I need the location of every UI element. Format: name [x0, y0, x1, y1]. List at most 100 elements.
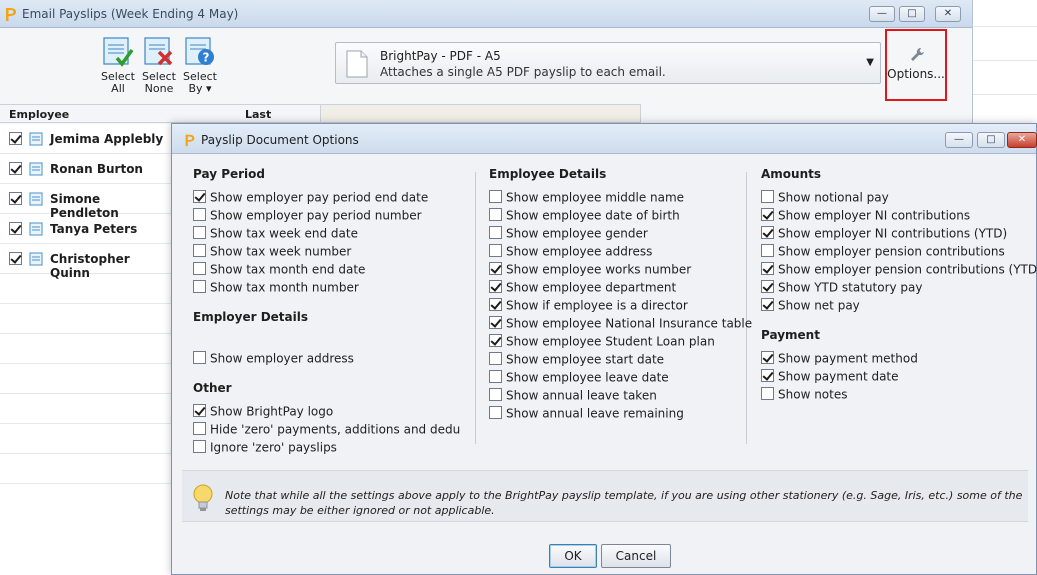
checkbox[interactable]: [489, 388, 502, 401]
option-show-annual-leave-taken[interactable]: Show annual leave taken: [489, 388, 657, 404]
checkbox[interactable]: [761, 244, 774, 257]
checkbox[interactable]: [761, 298, 774, 311]
option-show-employer-ni-contributions-ytd[interactable]: Show employer NI contributions (YTD): [761, 226, 1007, 242]
checkbox[interactable]: [193, 262, 206, 275]
checkbox[interactable]: [193, 351, 206, 364]
employee-checkbox[interactable]: [9, 192, 22, 205]
option-show-annual-leave-remaining[interactable]: Show annual leave remaining: [489, 406, 684, 422]
checkbox[interactable]: [489, 370, 502, 383]
close-icon[interactable]: ✕: [935, 6, 961, 22]
minimize-icon[interactable]: —: [869, 6, 895, 22]
option-show-tax-week-end-date[interactable]: Show tax week end date: [193, 226, 358, 242]
select-all-icon: [103, 37, 134, 67]
checkbox[interactable]: [489, 316, 502, 329]
checkbox[interactable]: [489, 298, 502, 311]
option-show-employee-start-date[interactable]: Show employee start date: [489, 352, 664, 368]
option-show-employer-address[interactable]: Show employer address: [193, 351, 354, 367]
options-button[interactable]: Options...: [885, 29, 947, 101]
employee-checkbox[interactable]: [9, 132, 22, 145]
lightbulb-icon: [193, 484, 213, 511]
option-show-employee-middle-name[interactable]: Show employee middle name: [489, 190, 684, 206]
checkbox[interactable]: [193, 190, 206, 203]
list-item[interactable]: Jemima Applebly: [0, 124, 172, 154]
checkbox[interactable]: [489, 406, 502, 419]
option-show-employee-leave-date[interactable]: Show employee leave date: [489, 370, 669, 386]
checkbox[interactable]: [489, 226, 502, 239]
option-show-payment-method[interactable]: Show payment method: [761, 351, 918, 367]
checkbox[interactable]: [489, 208, 502, 221]
option-label: Show payment method: [778, 351, 918, 366]
select-none-button[interactable]: Select None: [139, 36, 179, 95]
option-show-tax-month-end-date[interactable]: Show tax month end date: [193, 262, 365, 278]
checkbox[interactable]: [489, 334, 502, 347]
option-show-employer-pension-contributions-ytd[interactable]: Show employer pension contributions (YTD…: [761, 262, 1037, 278]
column-header-employee[interactable]: Employee: [9, 108, 69, 121]
checkbox[interactable]: [489, 190, 502, 203]
checkbox[interactable]: [193, 440, 206, 453]
option-show-payment-date[interactable]: Show payment date: [761, 369, 899, 385]
maximize-icon[interactable]: □: [899, 6, 925, 22]
minimize-icon[interactable]: —: [945, 132, 973, 148]
option-show-employer-ni-contributions[interactable]: Show employer NI contributions: [761, 208, 970, 224]
option-show-employee-student-loan-plan[interactable]: Show employee Student Loan plan: [489, 334, 715, 350]
wrench-icon: [911, 48, 924, 61]
checkbox[interactable]: [193, 226, 206, 239]
checkbox[interactable]: [193, 280, 206, 293]
checkbox[interactable]: [761, 226, 774, 239]
close-icon[interactable]: ✕: [1007, 132, 1037, 148]
amounts-heading: Amounts: [761, 167, 821, 181]
checkbox[interactable]: [489, 352, 502, 365]
option-show-employee-national-insurance-table[interactable]: Show employee National Insurance table: [489, 316, 752, 332]
cancel-button[interactable]: Cancel: [601, 544, 671, 568]
checkbox[interactable]: [761, 369, 774, 382]
employee-checkbox[interactable]: [9, 252, 22, 265]
option-show-tax-month-number[interactable]: Show tax month number: [193, 280, 359, 296]
checkbox[interactable]: [193, 208, 206, 221]
option-show-employer-pay-period-end-date[interactable]: Show employer pay period end date: [193, 190, 428, 206]
option-label: Show employer pension contributions: [778, 244, 1005, 259]
option-show-if-employee-is-a-director[interactable]: Show if employee is a director: [489, 298, 688, 314]
stationery-dropdown[interactable]: BrightPay - PDF - A5 Attaches a single A…: [335, 42, 881, 84]
option-show-tax-week-number[interactable]: Show tax week number: [193, 244, 351, 260]
checkbox[interactable]: [193, 422, 206, 435]
list-item[interactable]: Christopher Quinn: [0, 244, 172, 280]
checkbox[interactable]: [761, 387, 774, 400]
option-show-ytd-statutory-pay[interactable]: Show YTD statutory pay: [761, 280, 923, 296]
option-show-employee-gender[interactable]: Show employee gender: [489, 226, 648, 242]
option-show-employee-date-of-birth[interactable]: Show employee date of birth: [489, 208, 680, 224]
employee-checkbox[interactable]: [9, 162, 22, 175]
list-item[interactable]: Simone Pendleton: [0, 184, 172, 220]
list-item[interactable]: Tanya Peters: [0, 214, 172, 244]
option-show-notional-pay[interactable]: Show notional pay: [761, 190, 889, 206]
option-show-employer-pension-contributions[interactable]: Show employer pension contributions: [761, 244, 1005, 260]
list-item[interactable]: Ronan Burton: [0, 154, 172, 184]
checkbox[interactable]: [761, 351, 774, 364]
checkbox[interactable]: [761, 280, 774, 293]
checkbox[interactable]: [489, 262, 502, 275]
option-show-employee-works-number[interactable]: Show employee works number: [489, 262, 691, 278]
option-hide-zero-payments-additions-and-deductions[interactable]: Hide 'zero' payments, additions and dedu…: [193, 422, 461, 438]
checkbox[interactable]: [489, 244, 502, 257]
employee-checkbox[interactable]: [9, 222, 22, 235]
checkbox[interactable]: [193, 404, 206, 417]
select-by-button[interactable]: ? Select By ▾: [180, 36, 220, 95]
chevron-down-icon: ▼: [866, 57, 874, 68]
checkbox[interactable]: [193, 244, 206, 257]
checkbox[interactable]: [761, 262, 774, 275]
maximize-icon[interactable]: □: [977, 132, 1005, 148]
checkbox[interactable]: [761, 190, 774, 203]
option-show-employee-department[interactable]: Show employee department: [489, 280, 676, 296]
option-show-notes[interactable]: Show notes: [761, 387, 847, 403]
empty-row: [0, 424, 172, 454]
checkbox[interactable]: [761, 208, 774, 221]
ok-button[interactable]: OK: [549, 544, 597, 568]
payment-heading: Payment: [761, 328, 820, 342]
option-label: Show employer address: [210, 351, 354, 366]
option-show-employee-address[interactable]: Show employee address: [489, 244, 652, 260]
option-show-employer-pay-period-number[interactable]: Show employer pay period number: [193, 208, 422, 224]
select-all-button[interactable]: Select All: [98, 36, 138, 95]
option-show-net-pay[interactable]: Show net pay: [761, 298, 860, 314]
checkbox[interactable]: [489, 280, 502, 293]
option-show-brightpay-logo[interactable]: Show BrightPay logo: [193, 404, 461, 420]
option-ignore-zero-payslips[interactable]: Ignore 'zero' payslips: [193, 440, 461, 456]
